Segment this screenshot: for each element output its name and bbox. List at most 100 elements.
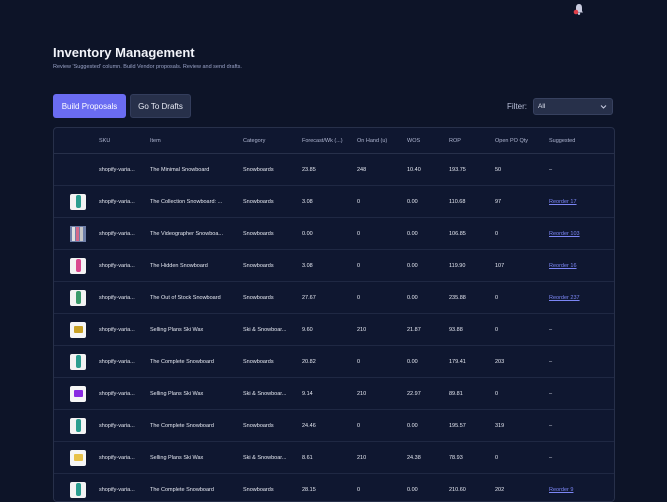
table-row[interactable]: shopify-varia...The Complete SnowboardSn…	[54, 474, 614, 502]
thumbnail-cell	[54, 218, 99, 250]
rop-cell: 193.75	[449, 154, 495, 186]
openpo-cell: 107	[495, 250, 549, 282]
item-cell: The Minimal Snowboard	[150, 154, 243, 186]
page-subtitle: Review 'Suggested' column. Build Vendor …	[53, 64, 242, 70]
category-cell: Snowboards	[243, 250, 302, 282]
forecast-cell: 3.08	[302, 186, 357, 218]
reorder-link[interactable]: Reorder 237	[549, 282, 614, 314]
table-row[interactable]: shopify-varia...Selling Plans Ski WaxSki…	[54, 378, 614, 410]
openpo-cell: 0	[495, 218, 549, 250]
table-row[interactable]: shopify-varia...Selling Plans Ski WaxSki…	[54, 442, 614, 474]
wax-image-icon	[70, 322, 86, 338]
sku-cell: shopify-varia...	[99, 474, 150, 502]
col-header-category: Category	[243, 128, 302, 154]
category-cell: Snowboards	[243, 346, 302, 378]
sku-cell: shopify-varia...	[99, 186, 150, 218]
forecast-cell: 9.14	[302, 378, 357, 410]
rop-cell: 210.60	[449, 474, 495, 502]
openpo-cell: 0	[495, 442, 549, 474]
item-cell: Selling Plans Ski Wax	[150, 442, 243, 474]
wos-cell: 10.40	[407, 154, 449, 186]
openpo-cell: 203	[495, 346, 549, 378]
rop-cell: 110.68	[449, 186, 495, 218]
col-header-openpo: Open PO Qty	[495, 128, 549, 154]
col-header-wos: WOS	[407, 128, 449, 154]
rop-cell: 89.81	[449, 378, 495, 410]
forecast-cell: 3.08	[302, 250, 357, 282]
go-to-drafts-button[interactable]: Go To Drafts	[130, 94, 191, 118]
table-row[interactable]: shopify-varia...The Out of Stock Snowboa…	[54, 282, 614, 314]
suggested-cell: –	[549, 410, 614, 442]
filter-select[interactable]: All	[533, 98, 613, 115]
snowboard-image-icon	[70, 354, 86, 370]
category-cell: Snowboards	[243, 410, 302, 442]
wos-cell: 0.00	[407, 250, 449, 282]
table-row[interactable]: shopify-varia...The Minimal SnowboardSno…	[54, 154, 614, 186]
forecast-cell: 8.61	[302, 442, 357, 474]
sku-cell: shopify-varia...	[99, 250, 150, 282]
onhand-cell: 0	[357, 186, 407, 218]
reorder-link[interactable]: Reorder 17	[549, 186, 614, 218]
rop-cell: 195.57	[449, 410, 495, 442]
onhand-cell: 0	[357, 474, 407, 502]
onhand-cell: 0	[357, 410, 407, 442]
onhand-cell: 210	[357, 314, 407, 346]
onhand-cell: 210	[357, 378, 407, 410]
category-cell: Snowboards	[243, 474, 302, 502]
forecast-cell: 0.00	[302, 218, 357, 250]
sku-cell: shopify-varia...	[99, 314, 150, 346]
thumbnail-cell	[54, 154, 99, 186]
item-cell: The Out of Stock Snowboard	[150, 282, 243, 314]
reorder-link[interactable]: Reorder 16	[549, 250, 614, 282]
build-proposals-button[interactable]: Build Proposals	[53, 94, 126, 118]
table-row[interactable]: shopify-varia...The Videographer Snowboa…	[54, 218, 614, 250]
sku-cell: shopify-varia...	[99, 378, 150, 410]
table-row[interactable]: shopify-varia...The Hidden SnowboardSnow…	[54, 250, 614, 282]
category-cell: Snowboards	[243, 218, 302, 250]
col-header-item: Item	[150, 128, 243, 154]
openpo-cell: 50	[495, 154, 549, 186]
table-row[interactable]: shopify-varia...Selling Plans Ski WaxSki…	[54, 314, 614, 346]
sku-cell: shopify-varia...	[99, 410, 150, 442]
category-cell: Snowboards	[243, 154, 302, 186]
onhand-cell: 248	[357, 154, 407, 186]
bell-icon[interactable]	[572, 2, 586, 16]
category-cell: Ski & Snowboar...	[243, 314, 302, 346]
filter-select-value: All	[538, 103, 545, 110]
thumbnail-cell	[54, 346, 99, 378]
thumbnail-cell	[54, 250, 99, 282]
snowboard-image-icon	[70, 482, 86, 498]
col-header-rop: ROP	[449, 128, 495, 154]
snowboard-image-icon	[70, 194, 86, 210]
sku-cell: shopify-varia...	[99, 346, 150, 378]
table-row[interactable]: shopify-varia...The Collection Snowboard…	[54, 186, 614, 218]
rop-cell: 179.41	[449, 346, 495, 378]
wos-cell: 0.00	[407, 186, 449, 218]
snowboard-image-icon	[70, 290, 86, 306]
wos-cell: 0.00	[407, 218, 449, 250]
category-cell: Snowboards	[243, 282, 302, 314]
category-cell: Snowboards	[243, 186, 302, 218]
category-cell: Ski & Snowboar...	[243, 378, 302, 410]
reorder-link[interactable]: Reorder 9	[549, 474, 614, 502]
item-cell: Selling Plans Ski Wax	[150, 378, 243, 410]
thumbnail-cell	[54, 314, 99, 346]
reorder-link[interactable]: Reorder 103	[549, 218, 614, 250]
openpo-cell: 0	[495, 378, 549, 410]
item-cell: The Collection Snowboard: ...	[150, 186, 243, 218]
suggested-cell: –	[549, 346, 614, 378]
item-cell: The Complete Snowboard	[150, 410, 243, 442]
col-header-sku: SKU	[99, 128, 150, 154]
table-header-row: SKU Item Category Forecast/Wk (...) On H…	[54, 128, 614, 154]
sku-cell: shopify-varia...	[99, 218, 150, 250]
sku-cell: shopify-varia...	[99, 154, 150, 186]
thumbnail-cell	[54, 442, 99, 474]
table-row[interactable]: shopify-varia...The Complete SnowboardSn…	[54, 346, 614, 378]
suggested-cell: –	[549, 154, 614, 186]
forecast-cell: 9.60	[302, 314, 357, 346]
rop-cell: 119.90	[449, 250, 495, 282]
forecast-cell: 24.46	[302, 410, 357, 442]
inventory-table: SKU Item Category Forecast/Wk (...) On H…	[53, 127, 615, 502]
onhand-cell: 0	[357, 346, 407, 378]
table-row[interactable]: shopify-varia...The Complete SnowboardSn…	[54, 410, 614, 442]
